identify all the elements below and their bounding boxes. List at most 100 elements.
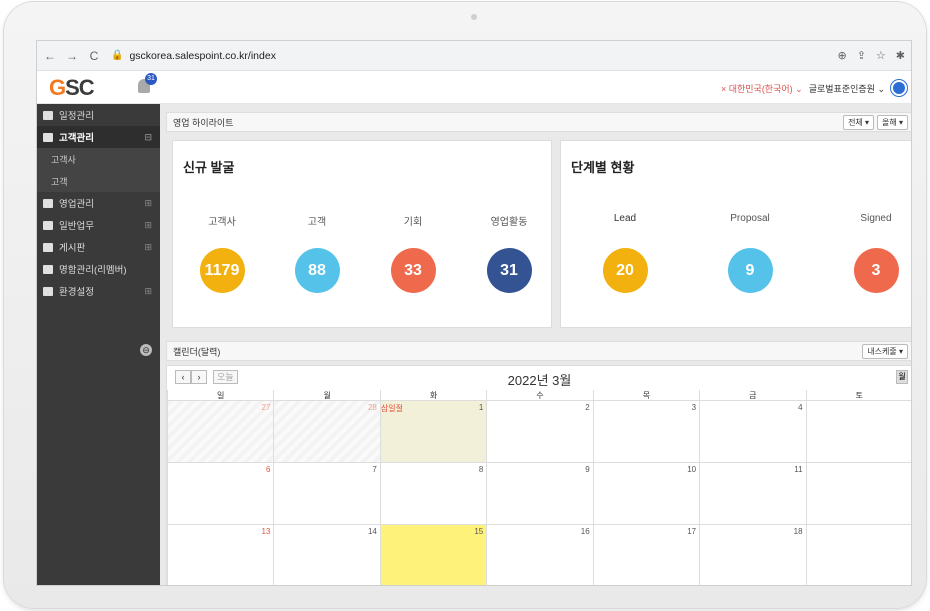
highlight-panel-header: 영업 하이라이트 전체 ▾ 올해 ▾ xyxy=(166,112,911,132)
sidebar-item-settings[interactable]: 환경설정 ⊞ xyxy=(37,280,160,302)
stat-circle: 33 xyxy=(390,248,436,293)
expand-icon: ⊞ xyxy=(144,219,152,230)
calendar-day[interactable]: 8 xyxy=(379,463,486,524)
sidebar-collapse-button[interactable]: ⊖ xyxy=(140,344,152,356)
calendar-day[interactable]: 17 xyxy=(592,525,699,585)
calendar-panel-header: 캘린더(달력) 내스케줄 ▾ xyxy=(166,341,911,361)
stat-lead[interactable]: Lead 20 xyxy=(590,213,660,293)
browser-screen: ← → C 🔒 gsckorea.salespoint.co.kr/index … xyxy=(36,40,912,586)
calendar-icon xyxy=(43,110,53,120)
stat-circle: 88 xyxy=(294,248,340,293)
expand-icon: ⊞ xyxy=(144,197,152,208)
highlight-title: 영업 하이라이트 xyxy=(173,117,234,128)
my-schedule-button[interactable]: 내스케줄 ▾ xyxy=(862,344,908,359)
camera xyxy=(471,14,477,20)
forward-icon[interactable]: → xyxy=(63,49,81,63)
stat-activities[interactable]: 영업활동 31 xyxy=(474,213,544,293)
back-icon[interactable]: ← xyxy=(41,49,59,63)
filter-year-button[interactable]: 올해 ▾ xyxy=(877,115,908,130)
calendar-day[interactable]: 9 xyxy=(486,463,592,524)
calendar-day[interactable] xyxy=(805,463,911,524)
stat-signed[interactable]: Signed 3 xyxy=(841,213,911,293)
main-content: 영업 하이라이트 전체 ▾ 올해 ▾ 신규 발굴 고객사 1179 고객 88 xyxy=(160,104,911,585)
stat-circle: 1179 xyxy=(199,248,245,293)
browser-toolbar: ← → C 🔒 gsckorea.salespoint.co.kr/index … xyxy=(37,41,911,71)
calendar-week: 6 7 8 9 10 11 xyxy=(167,463,911,525)
calendar-day[interactable] xyxy=(805,525,911,585)
calendar: ‹ › 오늘 2022년 3월 월 일 월 화 수 목 금 토 27 28 삼일… xyxy=(166,365,911,585)
stat-circle: 3 xyxy=(853,248,899,293)
stage-status-title: 단계별 현황 xyxy=(571,160,635,175)
calendar-title: 2022년 3월 xyxy=(507,373,572,388)
calendar-day[interactable]: 4 xyxy=(699,401,805,462)
filter-all-button[interactable]: 전체 ▾ xyxy=(843,115,875,130)
stat-companies[interactable]: 고객사 1179 xyxy=(187,213,257,293)
calendar-day[interactable]: 삼일절 1 xyxy=(379,401,487,462)
calendar-week: 13 14 15 16 17 18 xyxy=(167,525,911,585)
board-icon xyxy=(43,242,53,252)
stat-circle: 9 xyxy=(727,248,773,293)
extension-icon[interactable]: ✱ xyxy=(896,49,905,62)
company-select[interactable]: 글로벌표준인증원 ⌄ xyxy=(809,82,885,95)
lock-icon: 🔒 xyxy=(111,50,124,61)
calendar-grid: 일 월 화 수 목 금 토 27 28 삼일절 1 2 3 4 6 7 8 9 … xyxy=(167,390,911,585)
reload-icon[interactable]: C xyxy=(85,49,103,63)
calendar-day[interactable]: 6 xyxy=(167,463,273,524)
logo[interactable]: GSC xyxy=(49,75,95,101)
stat-proposal[interactable]: Proposal 9 xyxy=(715,213,785,293)
stat-circle: 20 xyxy=(602,248,648,293)
address-bar[interactable]: 🔒 gsckorea.salespoint.co.kr/index xyxy=(111,50,276,62)
calendar-day-selected[interactable]: 15 xyxy=(379,525,487,585)
grid-icon xyxy=(43,132,53,142)
new-discovery-card: 신규 발굴 고객사 1179 고객 88 기회 33 영업활동 31 xyxy=(172,140,552,328)
calendar-day[interactable]: 7 xyxy=(273,463,379,524)
sidebar-item-general[interactable]: 일반업무 ⊞ xyxy=(37,214,160,236)
stat-circle: 31 xyxy=(486,248,532,293)
calendar-day[interactable]: 16 xyxy=(486,525,592,585)
zoom-icon[interactable]: ⊕ xyxy=(837,49,846,62)
grid-icon xyxy=(43,198,53,208)
share-icon[interactable]: ⇪ xyxy=(857,49,866,62)
sidebar-item-sales[interactable]: 영업관리 ⊞ xyxy=(37,192,160,214)
sidebar-item-board[interactable]: 게시판 ⊞ xyxy=(37,236,160,258)
stage-status-card: 단계별 현황 Lead 20 Proposal 9 Signed 3 xyxy=(560,140,911,328)
notification-badge: 31 xyxy=(145,73,157,85)
avatar[interactable] xyxy=(891,80,907,96)
gear-icon xyxy=(43,286,53,296)
calendar-day[interactable]: 18 xyxy=(699,525,805,585)
calendar-panel-title: 캘린더(달력) xyxy=(173,346,221,357)
grid-icon xyxy=(43,220,53,230)
sidebar-subitem-contacts[interactable]: 고객 xyxy=(37,170,160,192)
sidebar-item-cards[interactable]: 명함관리(리멤버) xyxy=(37,258,160,280)
calendar-day[interactable]: 13 xyxy=(167,525,273,585)
stat-contacts[interactable]: 고객 88 xyxy=(282,213,352,293)
sidebar-subitem-companies[interactable]: 고객사 xyxy=(37,148,160,170)
stat-opportunities[interactable]: 기회 33 xyxy=(378,213,448,293)
sidebar-item-schedule[interactable]: 일정관리 xyxy=(37,104,160,126)
holiday-event[interactable]: 삼일절 xyxy=(381,403,403,414)
month-view-button[interactable]: 월 xyxy=(896,370,908,384)
app-header: GSC 31 × 대한민국(한국어) ⌄ 글로벌표준인증원 ⌄ xyxy=(37,71,911,104)
new-discovery-title: 신규 발굴 xyxy=(183,160,235,175)
sidebar: 일정관리 고객관리 ⊟ 고객사 고객 영업관리 ⊞ 일반업무 ⊞ 게시판 ⊞ 명… xyxy=(37,104,160,585)
calendar-day[interactable]: 27 xyxy=(167,401,274,462)
calendar-day[interactable]: 10 xyxy=(592,463,699,524)
language-select[interactable]: × 대한민국(한국어) ⌄ xyxy=(721,82,803,95)
sidebar-item-customers[interactable]: 고객관리 ⊟ xyxy=(37,126,160,148)
expand-icon: ⊞ xyxy=(144,241,152,252)
weekday-header: 일 월 화 수 목 금 토 xyxy=(167,390,911,401)
calendar-day[interactable]: 14 xyxy=(273,525,379,585)
star-icon[interactable]: ☆ xyxy=(876,49,886,62)
expand-icon: ⊞ xyxy=(144,285,152,296)
calendar-day[interactable]: 2 xyxy=(486,401,592,462)
card-icon xyxy=(43,264,53,274)
calendar-day[interactable]: 11 xyxy=(699,463,805,524)
tablet-frame: ← → C 🔒 gsckorea.salespoint.co.kr/index … xyxy=(4,2,926,608)
bell-icon[interactable]: 31 xyxy=(137,73,157,95)
calendar-day[interactable] xyxy=(805,401,911,462)
calendar-day[interactable]: 28 xyxy=(273,401,380,462)
calendar-day[interactable]: 3 xyxy=(592,401,699,462)
calendar-week: 27 28 삼일절 1 2 3 4 xyxy=(167,401,911,463)
url-text: gsckorea.salespoint.co.kr/index xyxy=(129,49,276,62)
collapse-icon: ⊟ xyxy=(144,131,152,142)
